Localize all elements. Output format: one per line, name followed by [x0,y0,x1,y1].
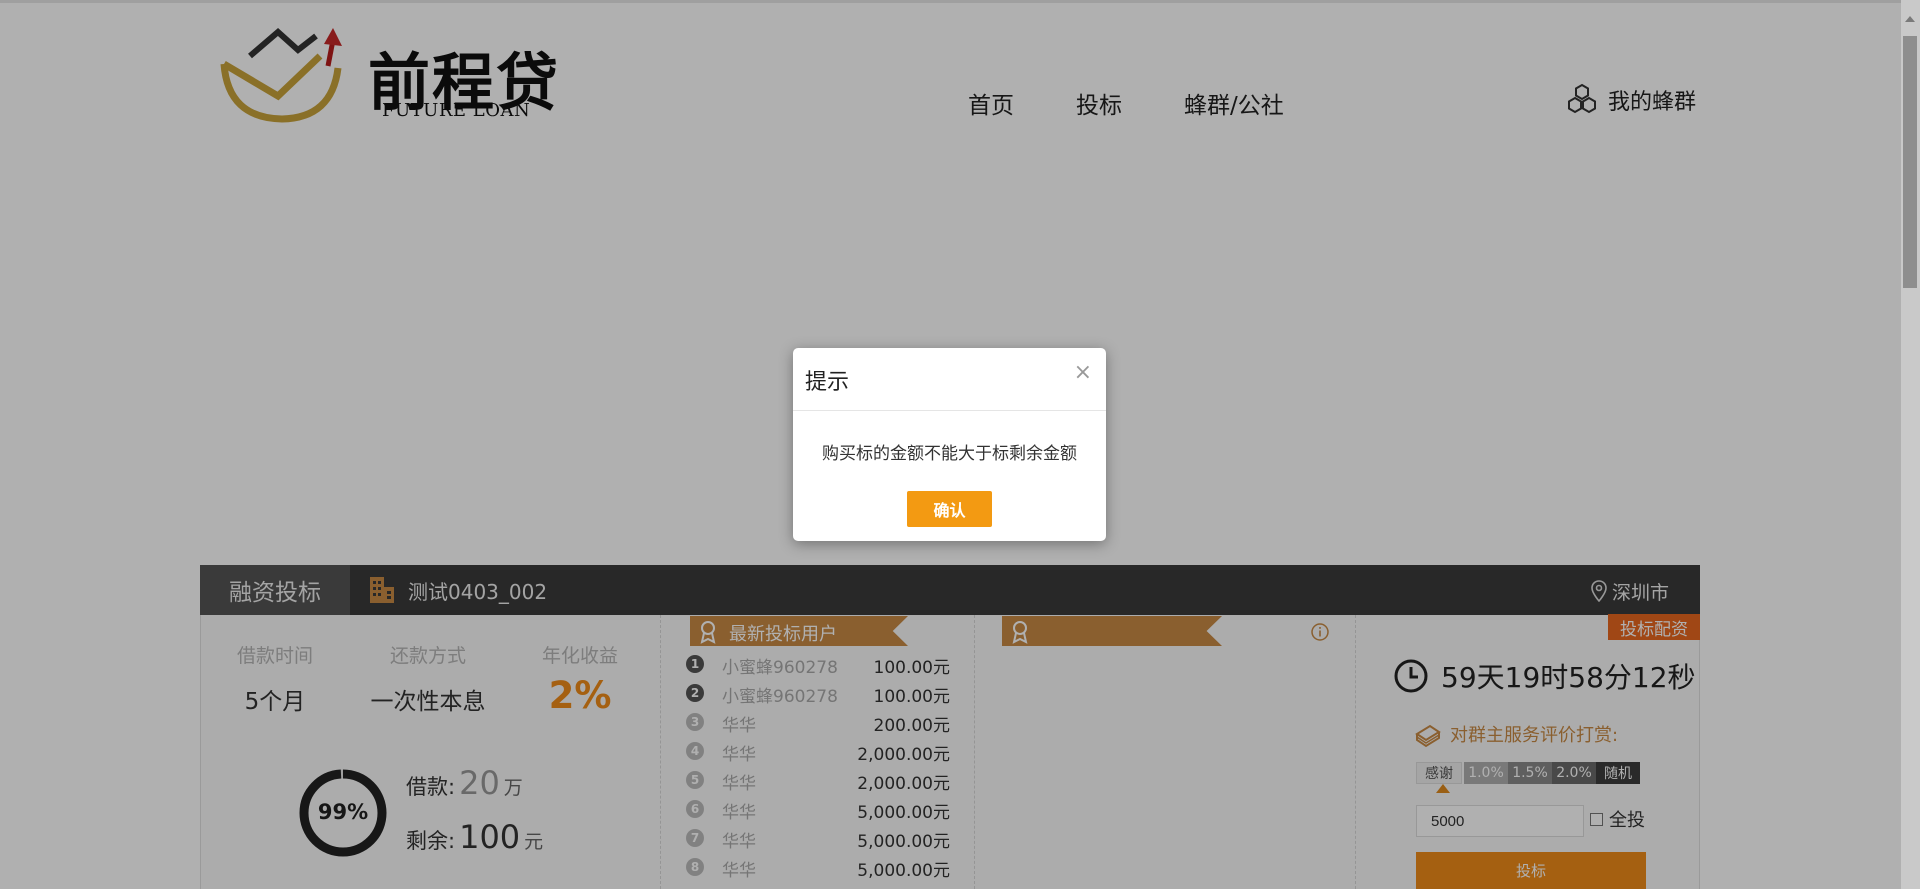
scrollbar-thumb[interactable] [1903,36,1917,288]
close-icon[interactable]: × [1074,362,1092,384]
confirm-button[interactable]: 确认 [907,491,992,527]
alert-dialog: 提示 × 购买标的金额不能大于标剩余金额 确认 [793,348,1106,541]
dialog-message: 购买标的金额不能大于标剩余金额 [822,444,1077,464]
dialog-title: 提示 [805,370,850,395]
dialog-divider [793,410,1106,411]
scroll-up-arrow-icon[interactable] [1905,16,1915,22]
